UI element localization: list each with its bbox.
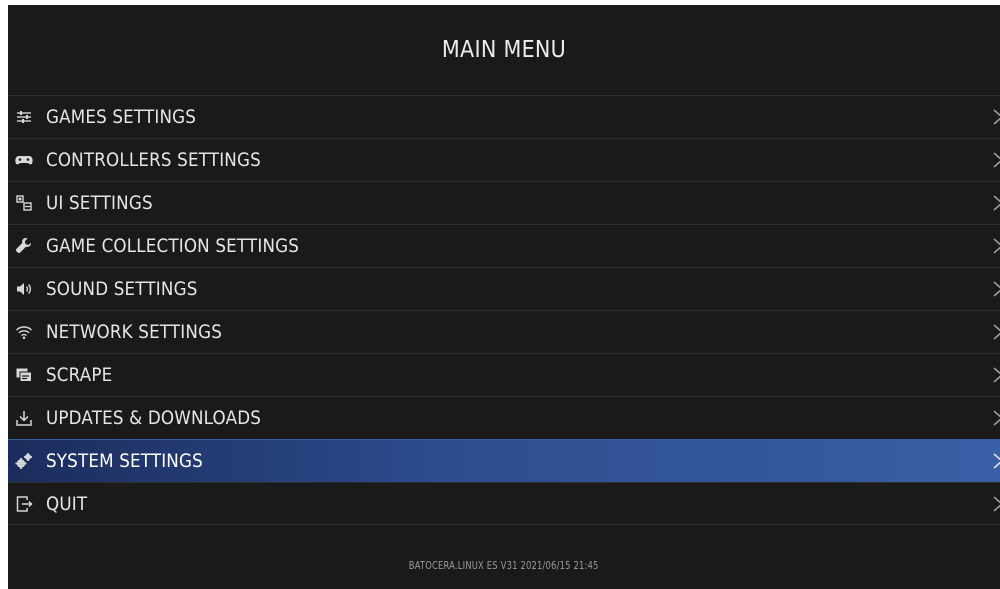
menu-item-label: GAME COLLECTION SETTINGS xyxy=(46,235,300,257)
gears-icon xyxy=(14,451,34,471)
ui-icon xyxy=(14,193,34,213)
menu-item-games-settings[interactable]: GAMES SETTINGS xyxy=(8,95,1000,138)
sliders-icon xyxy=(14,107,34,127)
wifi-icon xyxy=(14,322,34,342)
page-title: MAIN MENU xyxy=(441,37,567,63)
menu-item-scrape[interactable]: SCRAPE xyxy=(8,353,1000,396)
menu-item-label: UPDATES & DOWNLOADS xyxy=(46,407,262,429)
menu-item-ui-settings[interactable]: UI SETTINGS xyxy=(8,181,1000,224)
menu-item-controllers-settings[interactable]: CONTROLLERS SETTINGS xyxy=(8,138,1000,181)
menu-item-network-settings[interactable]: NETWORK SETTINGS xyxy=(8,310,1000,353)
chevron-right-icon xyxy=(992,366,1000,384)
menu-item-system-settings[interactable]: SYSTEM SETTINGS xyxy=(8,439,1000,482)
chevron-right-icon xyxy=(992,108,1000,126)
gamepad-icon xyxy=(14,150,34,170)
menu-item-label: SOUND SETTINGS xyxy=(46,278,198,300)
chevron-right-icon xyxy=(992,280,1000,298)
menu-item-game-collection-settings[interactable]: GAME COLLECTION SETTINGS xyxy=(8,224,1000,267)
scrape-icon xyxy=(14,365,34,385)
menu-item-updates-downloads[interactable]: UPDATES & DOWNLOADS xyxy=(8,396,1000,439)
menu-item-label: SYSTEM SETTINGS xyxy=(46,450,203,472)
chevron-right-icon xyxy=(992,151,1000,169)
menu-item-quit[interactable]: QUIT xyxy=(8,482,1000,525)
menu-header: MAIN MENU xyxy=(8,5,1000,95)
chevron-right-icon xyxy=(992,323,1000,341)
menu-item-label: SCRAPE xyxy=(46,364,113,386)
download-icon xyxy=(14,408,34,428)
menu-item-label: CONTROLLERS SETTINGS xyxy=(46,149,261,171)
main-menu-list: GAMES SETTINGS CONTROLLERS SETTINGS UI S… xyxy=(8,95,1000,525)
speaker-icon xyxy=(14,279,34,299)
main-menu-screen: MAIN MENU GAMES SETTINGS CONTROLLERS SET… xyxy=(8,5,1000,589)
menu-item-label: QUIT xyxy=(46,492,88,515)
version-text: BATOCERA.LINUX ES V31 2021/06/15 21:45 xyxy=(409,558,599,572)
chevron-right-icon xyxy=(992,237,1000,255)
chevron-right-icon xyxy=(992,452,1000,470)
version-footer: BATOCERA.LINUX ES V31 2021/06/15 21:45 xyxy=(8,545,1000,585)
menu-item-label: UI SETTINGS xyxy=(46,192,153,214)
chevron-right-icon xyxy=(992,495,1000,513)
chevron-right-icon xyxy=(992,194,1000,212)
menu-item-label: NETWORK SETTINGS xyxy=(46,321,223,343)
exit-icon xyxy=(14,494,34,514)
wrench-icon xyxy=(14,236,34,256)
menu-item-label: GAMES SETTINGS xyxy=(46,106,197,128)
menu-item-sound-settings[interactable]: SOUND SETTINGS xyxy=(8,267,1000,310)
chevron-right-icon xyxy=(992,409,1000,427)
